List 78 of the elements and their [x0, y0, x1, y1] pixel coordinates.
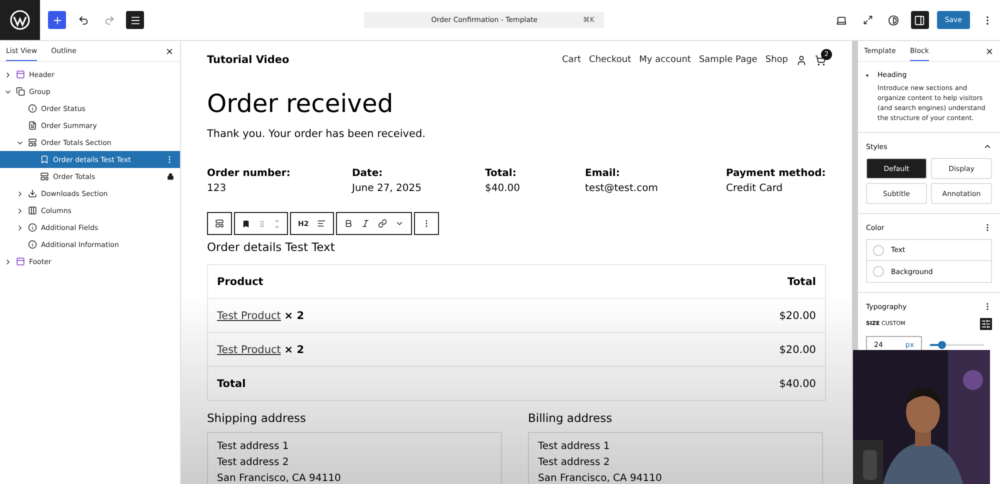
expand-icon: [862, 15, 873, 25]
table-cell: $40.00: [779, 378, 816, 390]
sidebar-icon: [914, 14, 926, 26]
heading-block-icon: [40, 155, 49, 164]
account-icon[interactable]: [796, 54, 807, 66]
info-block-icon: [28, 223, 37, 232]
info-block-icon: [28, 104, 37, 113]
bold-icon[interactable]: [344, 219, 353, 228]
redo-icon: [104, 14, 114, 26]
menu-icon: [130, 14, 140, 26]
summary-block-icon: [28, 121, 37, 130]
cart-icon[interactable]: [815, 54, 826, 66]
nav-link[interactable]: Sample Page: [698, 55, 758, 65]
section-block-icon: [40, 172, 49, 181]
detail-value: Credit Card: [726, 183, 784, 194]
chevron-right-icon[interactable]: [4, 70, 12, 78]
info-block-icon: [28, 240, 37, 249]
contrast-icon: [888, 14, 900, 26]
columns-block-icon: [28, 206, 37, 215]
sliders-icon[interactable]: [980, 318, 992, 330]
detail-value: $40.00: [485, 183, 521, 194]
part-block-icon: [16, 70, 25, 79]
detail-value: 123: [207, 183, 228, 194]
plus-icon: [52, 14, 62, 26]
align-icon[interactable]: [316, 219, 326, 228]
close-icon[interactable]: [985, 46, 994, 56]
detail-label: Date:: [352, 168, 384, 179]
page-heading: Order received: [207, 89, 394, 118]
lock-icon: [167, 173, 174, 180]
parent-block-button[interactable]: [215, 219, 224, 228]
chevron-right-icon[interactable]: [16, 224, 24, 232]
chevron-right-icon[interactable]: [16, 206, 24, 214]
detail-label: Email:: [585, 168, 621, 179]
move-arrows-icon[interactable]: [274, 218, 280, 230]
table-cell: $20.00: [779, 344, 816, 356]
italic-icon[interactable]: [360, 219, 370, 228]
table-cell: $20.00: [779, 310, 816, 322]
section-block-icon: [28, 138, 37, 147]
nav-link[interactable]: My account: [639, 55, 691, 65]
product-link[interactable]: Test Product: [217, 310, 281, 322]
detail-value: test@test.com: [585, 183, 659, 194]
chevron-right-icon[interactable]: [4, 258, 12, 266]
close-icon[interactable]: [165, 46, 174, 56]
wordpress-logo[interactable]: [0, 0, 40, 40]
address-card: Test address 1 Test address 2 San Francisco, CA 94110: [528, 432, 823, 484]
download-block-icon: [28, 189, 37, 198]
part-block-icon: [16, 257, 25, 266]
settings-button[interactable]: [910, 11, 929, 29]
detail-label: Total:: [485, 168, 518, 179]
drag-handle-icon[interactable]: [258, 220, 266, 228]
chevron-up-icon[interactable]: [983, 142, 992, 151]
confirmation-text: Thank you. Your order has been received.: [207, 128, 426, 140]
link-icon[interactable]: [378, 219, 387, 228]
undo-icon: [78, 14, 88, 26]
nav-link[interactable]: Shop: [765, 55, 788, 65]
document-overview-button[interactable]: [126, 11, 144, 29]
address-title: Shipping address: [207, 411, 308, 425]
product-link[interactable]: Test Product: [217, 344, 281, 356]
chevron-down-icon[interactable]: [394, 219, 404, 228]
table-cell: Total: [217, 378, 246, 390]
column-header: Total: [787, 276, 816, 288]
address-title: Billing address: [528, 411, 614, 425]
group-block-icon: [16, 87, 25, 96]
quantity-text: × 2: [284, 344, 304, 356]
address-card: Test address 1 Test address 2 San Francisco, CA 94110: [207, 432, 502, 484]
nav-link[interactable]: Checkout: [589, 55, 632, 65]
add-block-button[interactable]: [48, 11, 66, 29]
bookmark-icon[interactable]: [242, 220, 250, 228]
detail-label: Order number:: [207, 168, 292, 179]
section-heading: Order details Test Text: [207, 240, 336, 254]
column-header: Product: [217, 276, 264, 288]
laptop-icon: [836, 14, 848, 26]
nav-link[interactable]: Cart: [562, 55, 582, 65]
detail-value: June 27, 2025: [352, 183, 422, 194]
chevron-right-icon[interactable]: [16, 190, 24, 198]
quantity-text: × 2: [284, 310, 304, 322]
detail-label: Payment method:: [726, 168, 826, 179]
site-title: Tutorial Video: [207, 54, 290, 66]
